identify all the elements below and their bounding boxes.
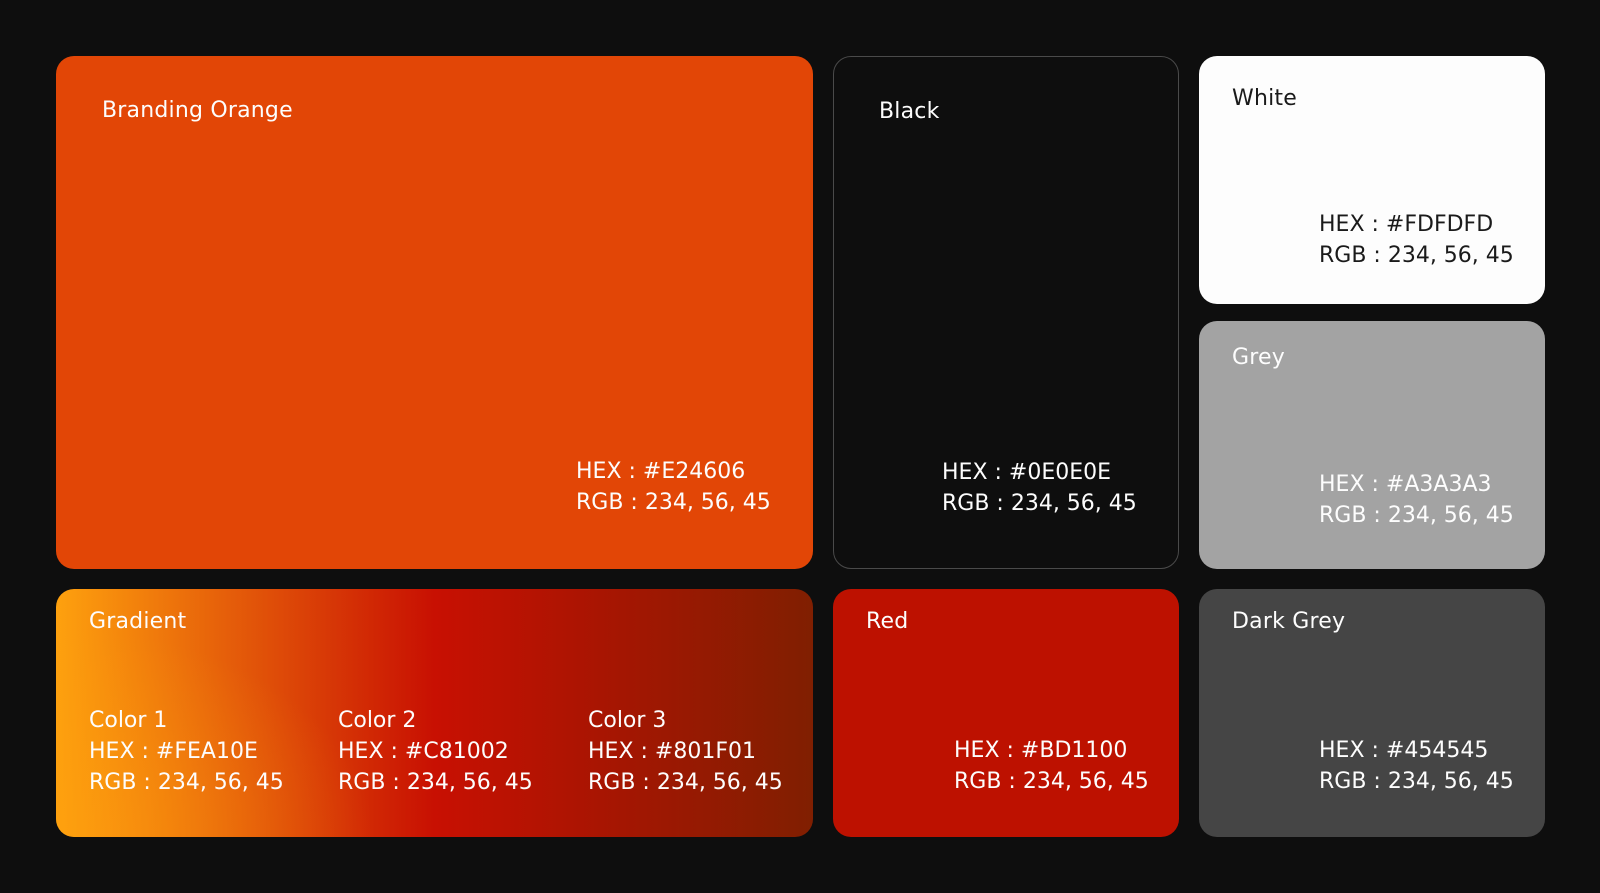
rgb-value: RGB : 234, 56, 45: [338, 770, 533, 795]
swatch-dark-grey: Dark Grey HEX : #454545 RGB : 234, 56, 4…: [1199, 589, 1545, 837]
color-palette-page: Branding Orange HEX : #E24606 RGB : 234,…: [0, 0, 1600, 893]
swatch-gradient: Gradient Color 1 HEX : #FEA10E RGB : 234…: [56, 589, 813, 837]
swatch-white: White HEX : #FDFDFD RGB : 234, 56, 45: [1199, 56, 1545, 304]
swatch-specs: HEX : #FDFDFD RGB : 234, 56, 45: [1319, 209, 1514, 271]
swatch-name: Dark Grey: [1232, 609, 1346, 634]
stop-label: Color 1: [89, 708, 168, 733]
rgb-value: RGB : 234, 56, 45: [1319, 243, 1514, 268]
rgb-value: RGB : 234, 56, 45: [954, 769, 1149, 794]
hex-value: HEX : #0E0E0E: [942, 460, 1112, 485]
gradient-stop-1: Color 1 HEX : #FEA10E RGB : 234, 56, 45: [89, 705, 284, 798]
rgb-value: RGB : 234, 56, 45: [1319, 769, 1514, 794]
hex-value: HEX : #E24606: [576, 459, 746, 484]
swatch-specs: HEX : #E24606 RGB : 234, 56, 45: [576, 456, 771, 518]
swatch-specs: HEX : #BD1100 RGB : 234, 56, 45: [954, 735, 1149, 797]
gradient-stop-2: Color 2 HEX : #C81002 RGB : 234, 56, 45: [338, 705, 533, 798]
stop-label: Color 3: [588, 708, 667, 733]
swatch-branding-orange: Branding Orange HEX : #E24606 RGB : 234,…: [56, 56, 813, 569]
swatch-black: Black HEX : #0E0E0E RGB : 234, 56, 45: [833, 56, 1179, 569]
hex-value: HEX : #A3A3A3: [1319, 472, 1492, 497]
swatch-specs: HEX : #A3A3A3 RGB : 234, 56, 45: [1319, 469, 1514, 531]
stop-label: Color 2: [338, 708, 417, 733]
swatch-specs: HEX : #454545 RGB : 234, 56, 45: [1319, 735, 1514, 797]
hex-value: HEX : #C81002: [338, 739, 509, 764]
gradient-stop-3: Color 3 HEX : #801F01 RGB : 234, 56, 45: [588, 705, 783, 798]
swatch-grey: Grey HEX : #A3A3A3 RGB : 234, 56, 45: [1199, 321, 1545, 569]
swatch-name: Gradient: [89, 609, 187, 634]
swatch-name: Branding Orange: [102, 98, 293, 123]
swatch-red: Red HEX : #BD1100 RGB : 234, 56, 45: [833, 589, 1179, 837]
swatch-name: White: [1232, 86, 1297, 111]
rgb-value: RGB : 234, 56, 45: [1319, 503, 1514, 528]
swatch-name: Black: [879, 99, 940, 124]
rgb-value: RGB : 234, 56, 45: [588, 770, 783, 795]
rgb-value: RGB : 234, 56, 45: [89, 770, 284, 795]
hex-value: HEX : #FDFDFD: [1319, 212, 1494, 237]
swatch-name: Red: [866, 609, 909, 634]
swatch-specs: HEX : #0E0E0E RGB : 234, 56, 45: [942, 457, 1137, 519]
hex-value: HEX : #FEA10E: [89, 739, 258, 764]
swatch-name: Grey: [1232, 345, 1285, 370]
rgb-value: RGB : 234, 56, 45: [576, 490, 771, 515]
hex-value: HEX : #BD1100: [954, 738, 1128, 763]
hex-value: HEX : #801F01: [588, 739, 756, 764]
hex-value: HEX : #454545: [1319, 738, 1489, 763]
rgb-value: RGB : 234, 56, 45: [942, 491, 1137, 516]
